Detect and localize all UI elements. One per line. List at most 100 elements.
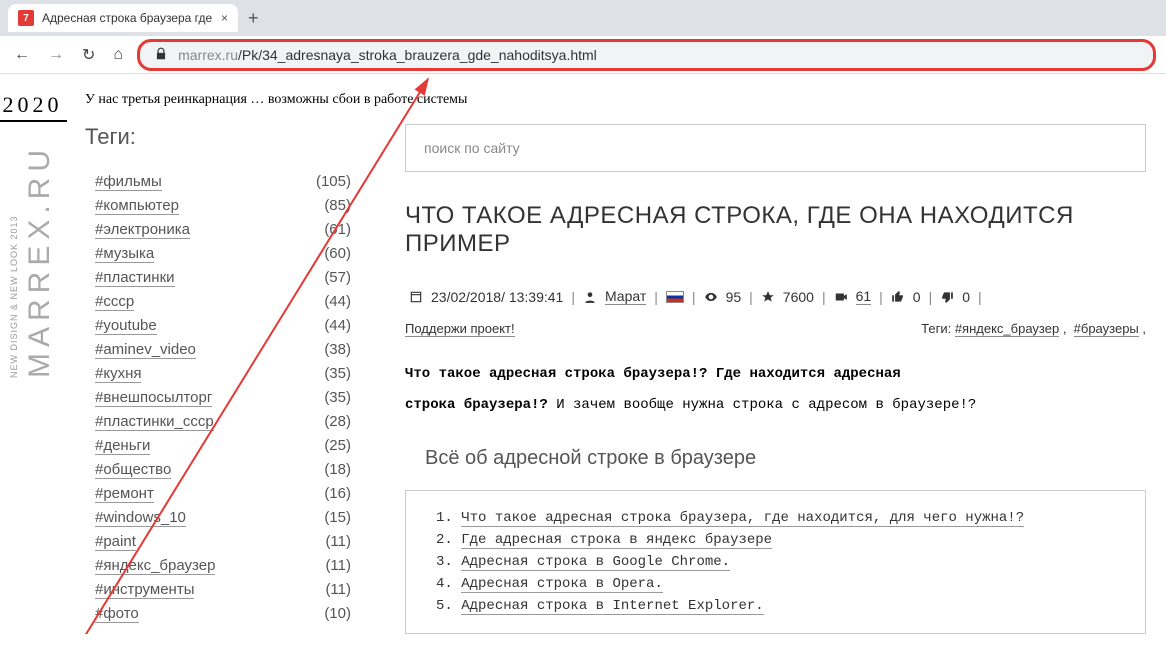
toc-link[interactable]: Что такое адресная строка браузера, где … — [461, 510, 1024, 527]
tag-count: (25) — [324, 437, 351, 455]
tag-link[interactable]: #компьютер — [95, 197, 179, 215]
tag-link[interactable]: #общество — [95, 461, 171, 479]
like-count: 0 — [913, 289, 921, 305]
tag-link[interactable]: #ремонт — [95, 485, 154, 503]
tag-item: #внешпосылторг(35) — [75, 386, 355, 410]
tag-count: (28) — [324, 413, 351, 431]
back-button[interactable]: ← — [10, 46, 34, 64]
tag-link[interactable]: #музыка — [95, 245, 154, 263]
media-count[interactable]: 61 — [856, 288, 872, 305]
tag-count: (15) — [324, 509, 351, 527]
tag-link[interactable]: #пластинки — [95, 269, 175, 287]
home-button[interactable]: ⌂ — [109, 46, 127, 64]
tag-item: #деньги (25) — [75, 434, 355, 458]
tag-item: #фото (10) — [75, 602, 355, 626]
flag-ru-icon — [666, 291, 684, 303]
tag-link-1[interactable]: #яндекс_браузер — [955, 321, 1059, 337]
sub-meta-row: Поддержи проект! Теги: #яндекс_браузер ,… — [405, 321, 1146, 337]
tag-count: (44) — [324, 293, 351, 311]
url-text: marrex.ru/Pk/34_adresnaya_stroka_brauzer… — [178, 47, 597, 63]
tag-count: (16) — [324, 485, 351, 503]
tag-count: (57) — [324, 269, 351, 287]
close-icon[interactable]: × — [221, 11, 228, 25]
tag-link[interactable]: #paint — [95, 533, 136, 551]
tag-count: (61) — [324, 221, 351, 239]
toc-link[interactable]: Адресная строка в Opera. — [461, 576, 663, 593]
tag-count: (10) — [324, 605, 351, 623]
tag-count: (60) — [324, 245, 351, 263]
tag-link[interactable]: #деньги — [95, 437, 150, 455]
tag-link[interactable]: #фильмы — [95, 173, 162, 191]
toc-item: Адресная строка в Internet Explorer. — [436, 595, 1123, 617]
article-tags: Теги: #яндекс_браузер , #браузеры , — [921, 321, 1146, 337]
tab-title: Адресная строка браузера где — [42, 11, 212, 25]
site-notice: У нас третья реинкарнация … возможны сбо… — [85, 92, 467, 108]
tag-item: #ремонт (16) — [75, 482, 355, 506]
new-tab-button[interactable]: + — [248, 8, 259, 29]
search-input[interactable] — [424, 140, 1127, 156]
address-bar[interactable]: marrex.ru/Pk/34_adresnaya_stroka_brauzer… — [137, 39, 1156, 71]
search-box — [405, 124, 1146, 172]
support-link[interactable]: Поддержи проект! — [405, 321, 515, 337]
calendar-icon — [409, 289, 423, 305]
toc-list: Что такое адресная строка браузера, где … — [428, 507, 1123, 617]
tag-item: #youtube(44) — [75, 314, 355, 338]
toc-box: Что такое адресная строка браузера, где … — [405, 490, 1146, 634]
left-rail: 2020 NEW DISIGN & NEW LOOK 2013 MARREX.R… — [0, 74, 65, 655]
tag-item: #aminev_video (38) — [75, 338, 355, 362]
tag-link[interactable]: #windows_10 — [95, 509, 186, 527]
sidebar: Теги: #фильмы(105)#компьютер(85)#электро… — [65, 74, 365, 655]
reload-button[interactable]: ↻ — [78, 45, 99, 65]
user-icon — [583, 289, 597, 305]
section-title: Всё об адресной строке в браузере — [425, 447, 1146, 470]
tag-link[interactable]: #ссср — [95, 293, 134, 311]
tag-item: #компьютер(85) — [75, 194, 355, 218]
tag-count: (11) — [325, 581, 351, 599]
tag-item: #кухня(35) — [75, 362, 355, 386]
tag-item: #фильмы(105) — [75, 170, 355, 194]
author-link[interactable]: Марат — [605, 288, 646, 305]
stars-count: 7600 — [783, 289, 814, 305]
tag-link[interactable]: #пластинки_ссср — [95, 413, 214, 431]
thumbs-down-icon[interactable] — [940, 289, 954, 305]
site-logo[interactable]: MARREX.RU — [23, 144, 57, 378]
tag-list: #фильмы(105)#компьютер(85) #электроника (6… — [75, 170, 355, 626]
favicon: 7 — [18, 10, 34, 26]
tag-item: #пластинки_ссср (28) — [75, 410, 355, 434]
lock-icon — [154, 46, 168, 64]
toc-link[interactable]: Где адресная строка в яндекс браузере — [461, 532, 772, 549]
tag-item: #paint(11) — [75, 530, 355, 554]
tag-link[interactable]: #внешпосылторг — [95, 389, 212, 407]
tag-item: #пластинки (57) — [75, 266, 355, 290]
tag-link[interactable]: #инструменты — [95, 581, 194, 599]
tag-count: (38) — [324, 341, 351, 359]
tag-link[interactable]: #aminev_video — [95, 341, 196, 359]
main-content: ЧТО ТАКОЕ АДРЕСНАЯ СТРОКА, ГДЕ ОНА НАХОД… — [365, 74, 1166, 655]
tag-item: #инструменты (11) — [75, 578, 355, 602]
tag-link[interactable]: #яндекс_браузер — [95, 557, 215, 575]
thumbs-up-icon[interactable] — [891, 289, 905, 305]
tag-item: #музыка (60) — [75, 242, 355, 266]
article-meta: 23/02/2018/ 13:39:41 | Марат | | 95 | 76… — [405, 288, 1146, 305]
meta-date: 23/02/2018/ 13:39:41 — [431, 289, 563, 305]
article-title: ЧТО ТАКОЕ АДРЕСНАЯ СТРОКА, ГДЕ ОНА НАХОД… — [405, 202, 1146, 258]
forward-button[interactable]: → — [44, 46, 68, 64]
browser-chrome: 7 Адресная строка браузера где × + ← → ↻… — [0, 0, 1166, 74]
tag-item: #ссср (44) — [75, 290, 355, 314]
tag-link-2[interactable]: #браузеры — [1074, 321, 1139, 337]
toc-item: Адресная строка в Google Chrome. — [436, 551, 1123, 573]
tag-link[interactable]: #электроника — [95, 221, 190, 239]
tags-heading: Теги: — [85, 124, 355, 150]
tag-link[interactable]: #фото — [95, 605, 139, 623]
toc-link[interactable]: Адресная строка в Google Chrome. — [461, 554, 730, 571]
tag-item: #windows_10 (15) — [75, 506, 355, 530]
tab-bar: 7 Адресная строка браузера где × + — [0, 0, 1166, 36]
toolbar: ← → ↻ ⌂ marrex.ru/Pk/34_adresnaya_stroka… — [0, 36, 1166, 74]
tags-label: Теги: — [921, 321, 951, 336]
tag-link[interactable]: #кухня — [95, 365, 141, 383]
tag-link[interactable]: #youtube — [95, 317, 157, 335]
toc-link[interactable]: Адресная строка в Internet Explorer. — [461, 598, 763, 615]
browser-tab[interactable]: 7 Адресная строка браузера где × — [8, 4, 238, 32]
year-badge: 2020 — [0, 92, 67, 122]
tag-item: #электроника (61) — [75, 218, 355, 242]
